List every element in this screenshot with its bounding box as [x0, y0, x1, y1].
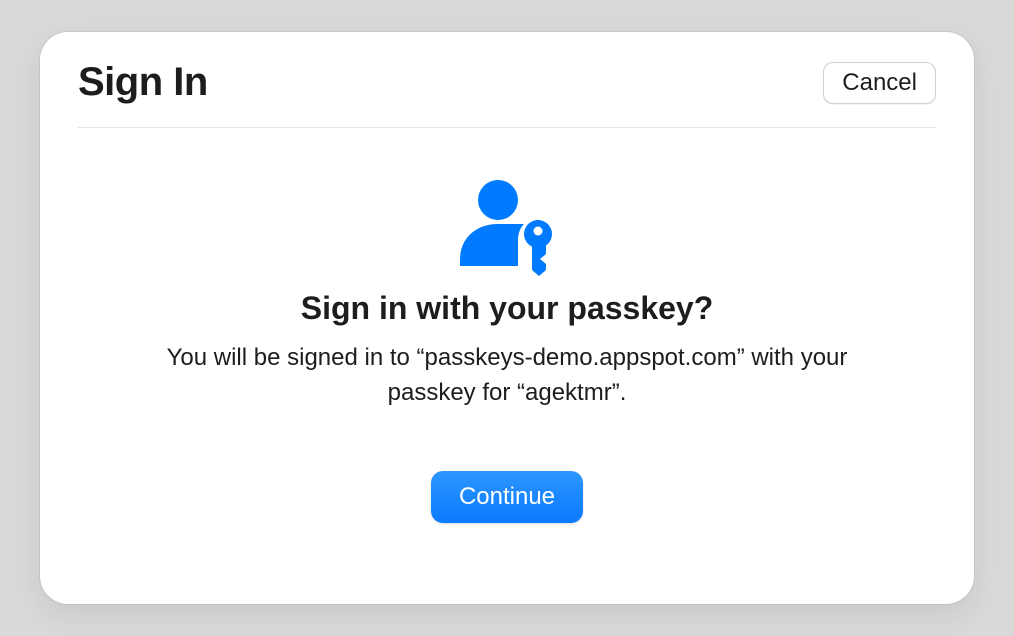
continue-button[interactable]: Continue	[431, 471, 583, 523]
prompt-description: You will be signed in to “passkeys-demo.…	[127, 341, 887, 411]
cancel-button[interactable]: Cancel	[823, 62, 936, 104]
sign-in-dialog: Sign In Cancel Sign in with your passkey…	[40, 32, 974, 604]
dialog-header: Sign In Cancel	[40, 32, 974, 127]
prompt-title: Sign in with your passkey?	[301, 290, 714, 327]
passkey-person-key-icon	[452, 178, 562, 278]
dialog-body: Sign in with your passkey? You will be s…	[40, 128, 974, 604]
dialog-title: Sign In	[78, 60, 208, 105]
